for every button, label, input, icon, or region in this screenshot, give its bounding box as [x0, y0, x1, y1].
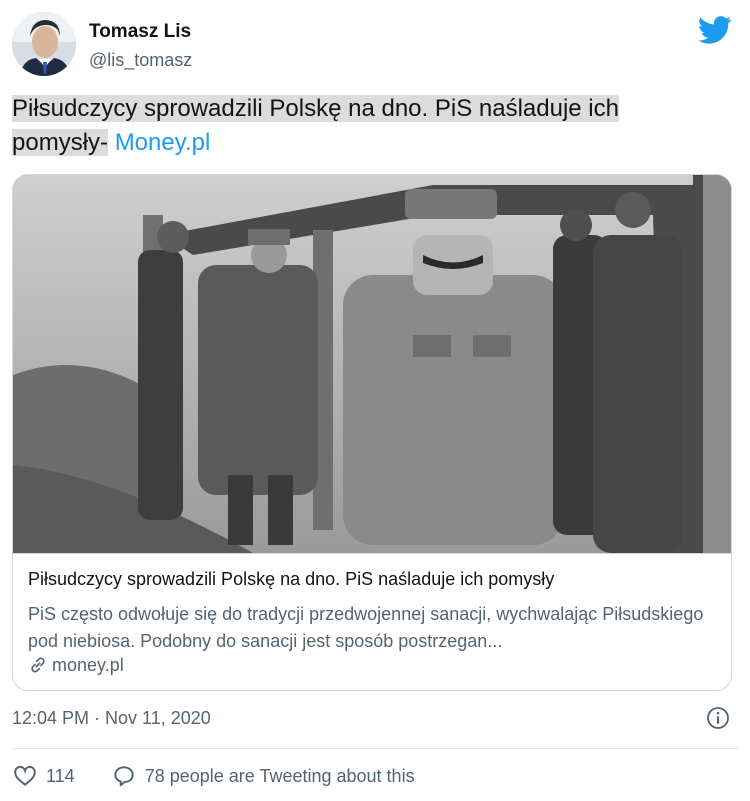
info-icon[interactable]: [706, 706, 730, 730]
avatar[interactable]: [12, 12, 76, 76]
timestamp[interactable]: 12:04 PM · Nov 11, 2020: [12, 708, 211, 729]
reply-action[interactable]: 78 people are Tweeting about this: [111, 763, 415, 789]
like-count[interactable]: 114: [46, 766, 75, 787]
card-image[interactable]: [13, 175, 731, 554]
link-icon: [31, 657, 45, 673]
actions-bar: 114 78 people are Tweeting about this: [12, 762, 415, 790]
card-title[interactable]: Piłsudczycy sprowadzili Polskę na dno. P…: [28, 569, 718, 590]
author-handle[interactable]: @lis_tomasz: [89, 50, 192, 71]
tweet-link[interactable]: Money.pl: [115, 129, 211, 156]
link-card[interactable]: Piłsudczycy sprowadzili Polskę na dno. P…: [12, 174, 732, 691]
tweet-text-line1: Piłsudczycy sprowadzili Polskę na dno. P…: [12, 95, 619, 122]
card-domain-text[interactable]: money.pl: [52, 655, 124, 676]
tweet-text: Piłsudczycy sprowadzili Polskę na dno. P…: [12, 92, 724, 160]
like-action[interactable]: 114: [12, 763, 111, 789]
author-name[interactable]: Tomasz Lis: [89, 21, 191, 43]
tweet-text-line2: pomysły-: [12, 129, 109, 156]
tweet: Tomasz Lis @lis_tomasz Piłsudczycy sprow…: [0, 0, 750, 801]
twitter-bird-icon[interactable]: [698, 16, 732, 44]
reply-icon[interactable]: [111, 763, 137, 789]
card-domain[interactable]: money.pl: [28, 653, 124, 677]
card-description: PiS często odwołuje się do tradycji prze…: [28, 604, 704, 651]
reply-text[interactable]: 78 people are Tweeting about this: [145, 766, 415, 787]
heart-icon[interactable]: [12, 763, 38, 789]
avatar-image: [12, 12, 76, 76]
divider: [12, 748, 738, 749]
